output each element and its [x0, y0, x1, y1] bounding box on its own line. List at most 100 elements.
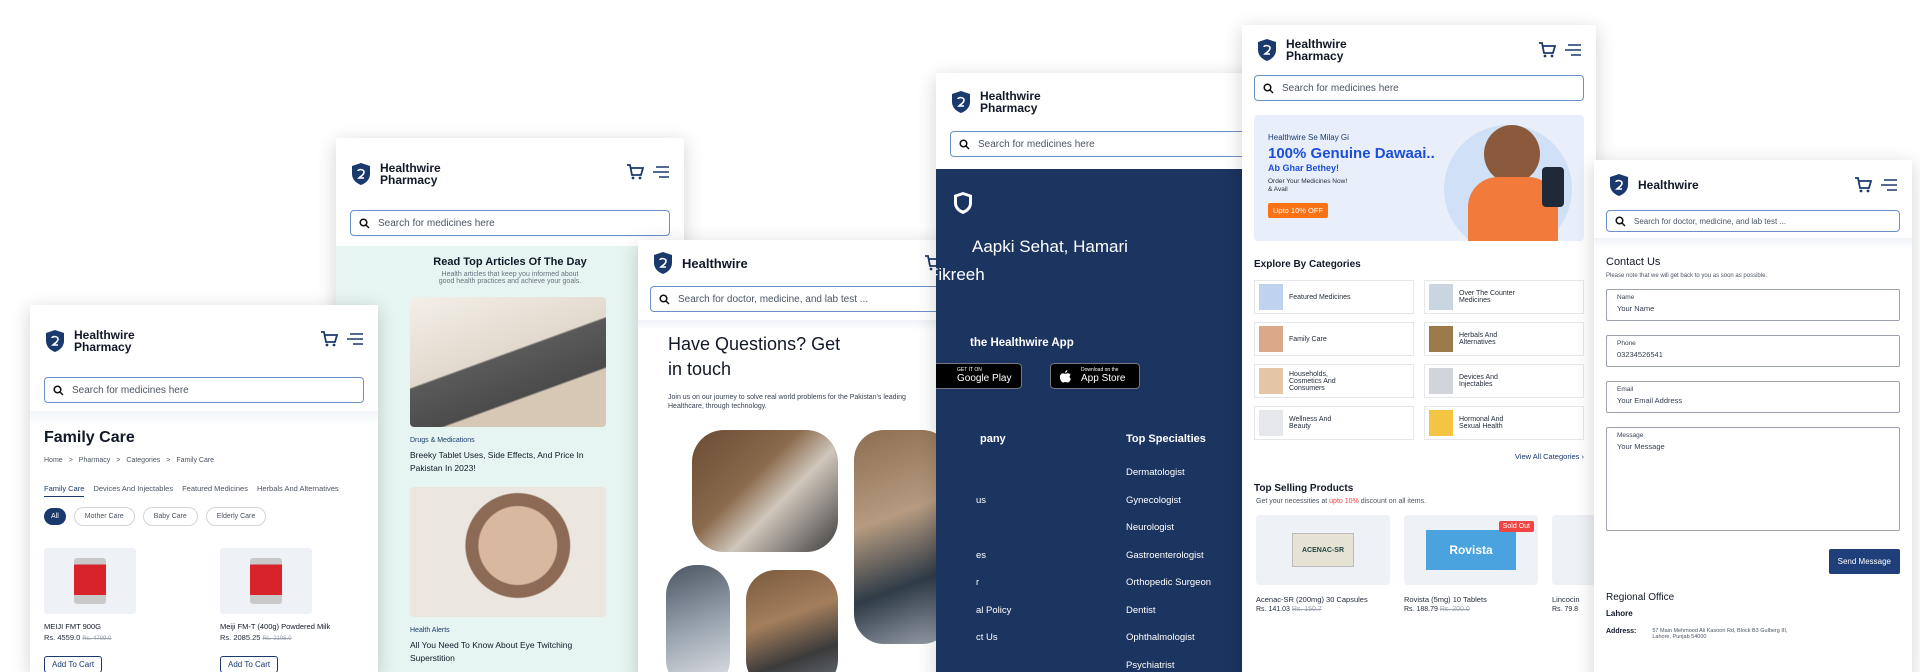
- breadcrumb-home[interactable]: Home: [44, 457, 63, 464]
- tab-family-care[interactable]: Family Care: [44, 484, 85, 497]
- category-icon: [1259, 326, 1283, 352]
- header: Healthwire: [638, 240, 982, 286]
- top-selling-sub-2: discount on all items.: [1360, 498, 1427, 505]
- search-input[interactable]: Search for medicines here: [1254, 75, 1584, 101]
- specialty-link[interactable]: Neurologist: [1126, 514, 1211, 542]
- specialty-link[interactable]: Psychiatrist: [1126, 652, 1211, 672]
- company-link[interactable]: al Policy: [976, 597, 1011, 625]
- screenshot-collage: Healthwire Pharmacy Search for medicines …: [0, 0, 1920, 672]
- search-input[interactable]: Search for medicines here: [350, 210, 670, 236]
- chip-elderly-care[interactable]: Elderly Care: [205, 507, 267, 526]
- company-link[interactable]: ct Us: [976, 624, 1011, 652]
- banner-subhead: Ab Ghar Bethey!: [1268, 163, 1340, 173]
- tab-featured[interactable]: Featured Medicines: [182, 484, 248, 497]
- category-card[interactable]: Devices And Injectables: [1424, 364, 1584, 398]
- name-field[interactable]: Name Your Name: [1606, 289, 1900, 321]
- banner-kicker: Healthwire Se Milay Gi: [1268, 133, 1349, 142]
- section-subtitle-2: good health practices and achieve your g…: [438, 278, 582, 285]
- search-input[interactable]: Search for doctor, medicine, and lab tes…: [1606, 210, 1900, 232]
- cart-icon[interactable]: [626, 164, 644, 180]
- product-image: [1552, 515, 1596, 585]
- chip-all[interactable]: All: [44, 508, 66, 525]
- product-old-price: Rs. 2195.0: [262, 636, 292, 642]
- footer-shield-icon: [954, 192, 972, 214]
- add-to-cart-button[interactable]: Add To Cart: [44, 656, 103, 672]
- company-link[interactable]: [976, 459, 1011, 487]
- menu-icon[interactable]: [1564, 42, 1582, 58]
- chip-mother-care[interactable]: Mother Care: [73, 507, 135, 526]
- articles-screen: Healthwire Pharmacy Search for medicines …: [336, 138, 684, 672]
- specialty-link[interactable]: Dermatologist: [1126, 459, 1211, 487]
- logo[interactable]: Healthwire Pharmacy: [1256, 38, 1347, 62]
- logo-text: Healthwire: [682, 255, 748, 271]
- email-field[interactable]: Email Your Email Address: [1606, 381, 1900, 413]
- category-label: Alternatives: [1459, 339, 1496, 346]
- category-label: Medicines: [1459, 297, 1491, 304]
- company-link[interactable]: [976, 514, 1011, 542]
- message-field[interactable]: Message Your Message: [1606, 427, 1900, 531]
- category-card[interactable]: Over The Counter Medicines: [1424, 280, 1584, 314]
- product-card[interactable]: ACENAC-SR Acenac-SR (200mg) 30 Capsules …: [1256, 515, 1390, 613]
- add-to-cart-button[interactable]: Add To Cart: [220, 656, 279, 672]
- product-card[interactable]: Lincocin Rs. 79.8: [1552, 515, 1596, 613]
- product-card[interactable]: MEIJI FMT 900G Rs. 4559.0 Rs. 4799.0 Add…: [44, 548, 144, 672]
- category-label: Devices And: [1459, 374, 1498, 381]
- specialty-link[interactable]: Gastroenterologist: [1126, 542, 1211, 570]
- specialty-link[interactable]: Dentist: [1126, 597, 1211, 625]
- chip-baby-care[interactable]: Baby Care: [142, 507, 198, 526]
- logo[interactable]: Healthwire Pharmacy: [350, 162, 441, 186]
- category-card[interactable]: Featured Medicines: [1254, 280, 1414, 314]
- cart-icon[interactable]: [1538, 42, 1556, 58]
- logo[interactable]: Healthwire Pharmacy: [44, 329, 135, 353]
- search-input[interactable]: Search for medicines here: [44, 377, 364, 403]
- promo-banner[interactable]: Healthwire Se Milay Gi 100% Genuine Dawa…: [1254, 115, 1584, 241]
- product-card[interactable]: Rovista Sold Out Rovista (5mg) 10 Tablets…: [1404, 515, 1538, 613]
- category-icon: [1429, 368, 1453, 394]
- address-line-2: Lahore, Punjab 54000: [1652, 634, 1707, 640]
- specialty-link[interactable]: Ophthalmologist: [1126, 624, 1211, 652]
- shield-logo-icon: [1610, 174, 1628, 196]
- category-card[interactable]: Hormonal And Sexual Health: [1424, 406, 1584, 440]
- search-placeholder: Search for medicines here: [378, 217, 495, 229]
- breadcrumb-categories[interactable]: Categories: [126, 457, 160, 464]
- logo[interactable]: Healthwire: [1608, 173, 1699, 197]
- menu-icon[interactable]: [652, 164, 670, 180]
- google-play-badge[interactable]: GET IT ON Google Play: [936, 363, 1022, 389]
- logo[interactable]: Healthwire: [652, 251, 748, 275]
- view-all-categories-link[interactable]: View All Categories: [1515, 452, 1579, 461]
- field-label: Phone: [1617, 340, 1636, 347]
- company-link[interactable]: us: [976, 487, 1011, 515]
- contact-title: Contact Us: [1606, 256, 1661, 268]
- search-input[interactable]: Search for medicines here: [950, 131, 1270, 157]
- category-icon: [1429, 284, 1453, 310]
- category-icon: [1429, 410, 1453, 436]
- app-heading: the Healthwire App: [970, 337, 1074, 349]
- category-label: Featured Medicines: [1289, 293, 1351, 301]
- header: Healthwire Pharmacy: [336, 138, 684, 210]
- banner-order-1: Order Your Medicines Now!: [1268, 178, 1348, 185]
- photo-collage: [638, 430, 982, 672]
- cart-icon[interactable]: [1854, 177, 1872, 193]
- product-card[interactable]: Meiji FM-T (400g) Powdered Milk Rs. 2085…: [220, 548, 350, 672]
- tab-herbals[interactable]: Herbals And Alternatives: [257, 484, 339, 497]
- specialty-link[interactable]: Orthopedic Surgeon: [1126, 569, 1211, 597]
- logo[interactable]: Healthwire Pharmacy: [950, 90, 1041, 114]
- specialty-link[interactable]: Gynecologist: [1126, 487, 1211, 515]
- menu-icon[interactable]: [1880, 177, 1898, 193]
- company-link[interactable]: es: [976, 542, 1011, 570]
- category-card[interactable]: Herbals And Alternatives: [1424, 322, 1584, 356]
- category-card[interactable]: Wellness And Beauty: [1254, 406, 1414, 440]
- phone-field[interactable]: Phone 03234526541: [1606, 335, 1900, 367]
- tab-devices[interactable]: Devices And Injectables: [93, 484, 173, 497]
- category-card[interactable]: Households, Cosmetics And Consumers: [1254, 364, 1414, 398]
- category-card[interactable]: Family Care: [1254, 322, 1414, 356]
- app-store-badge[interactable]: Download on the App Store: [1050, 363, 1140, 389]
- send-message-button[interactable]: Send Message: [1828, 549, 1900, 574]
- cart-icon[interactable]: [320, 331, 338, 347]
- breadcrumb-current: Family Care: [176, 457, 215, 464]
- menu-icon[interactable]: [346, 331, 364, 347]
- search-input[interactable]: Search for doctor, medicine, and lab tes…: [650, 286, 970, 312]
- company-link[interactable]: r: [976, 569, 1011, 597]
- breadcrumb-pharmacy[interactable]: Pharmacy: [79, 457, 111, 464]
- section-subtitle-1: Health articles that keep you informed a…: [441, 271, 579, 278]
